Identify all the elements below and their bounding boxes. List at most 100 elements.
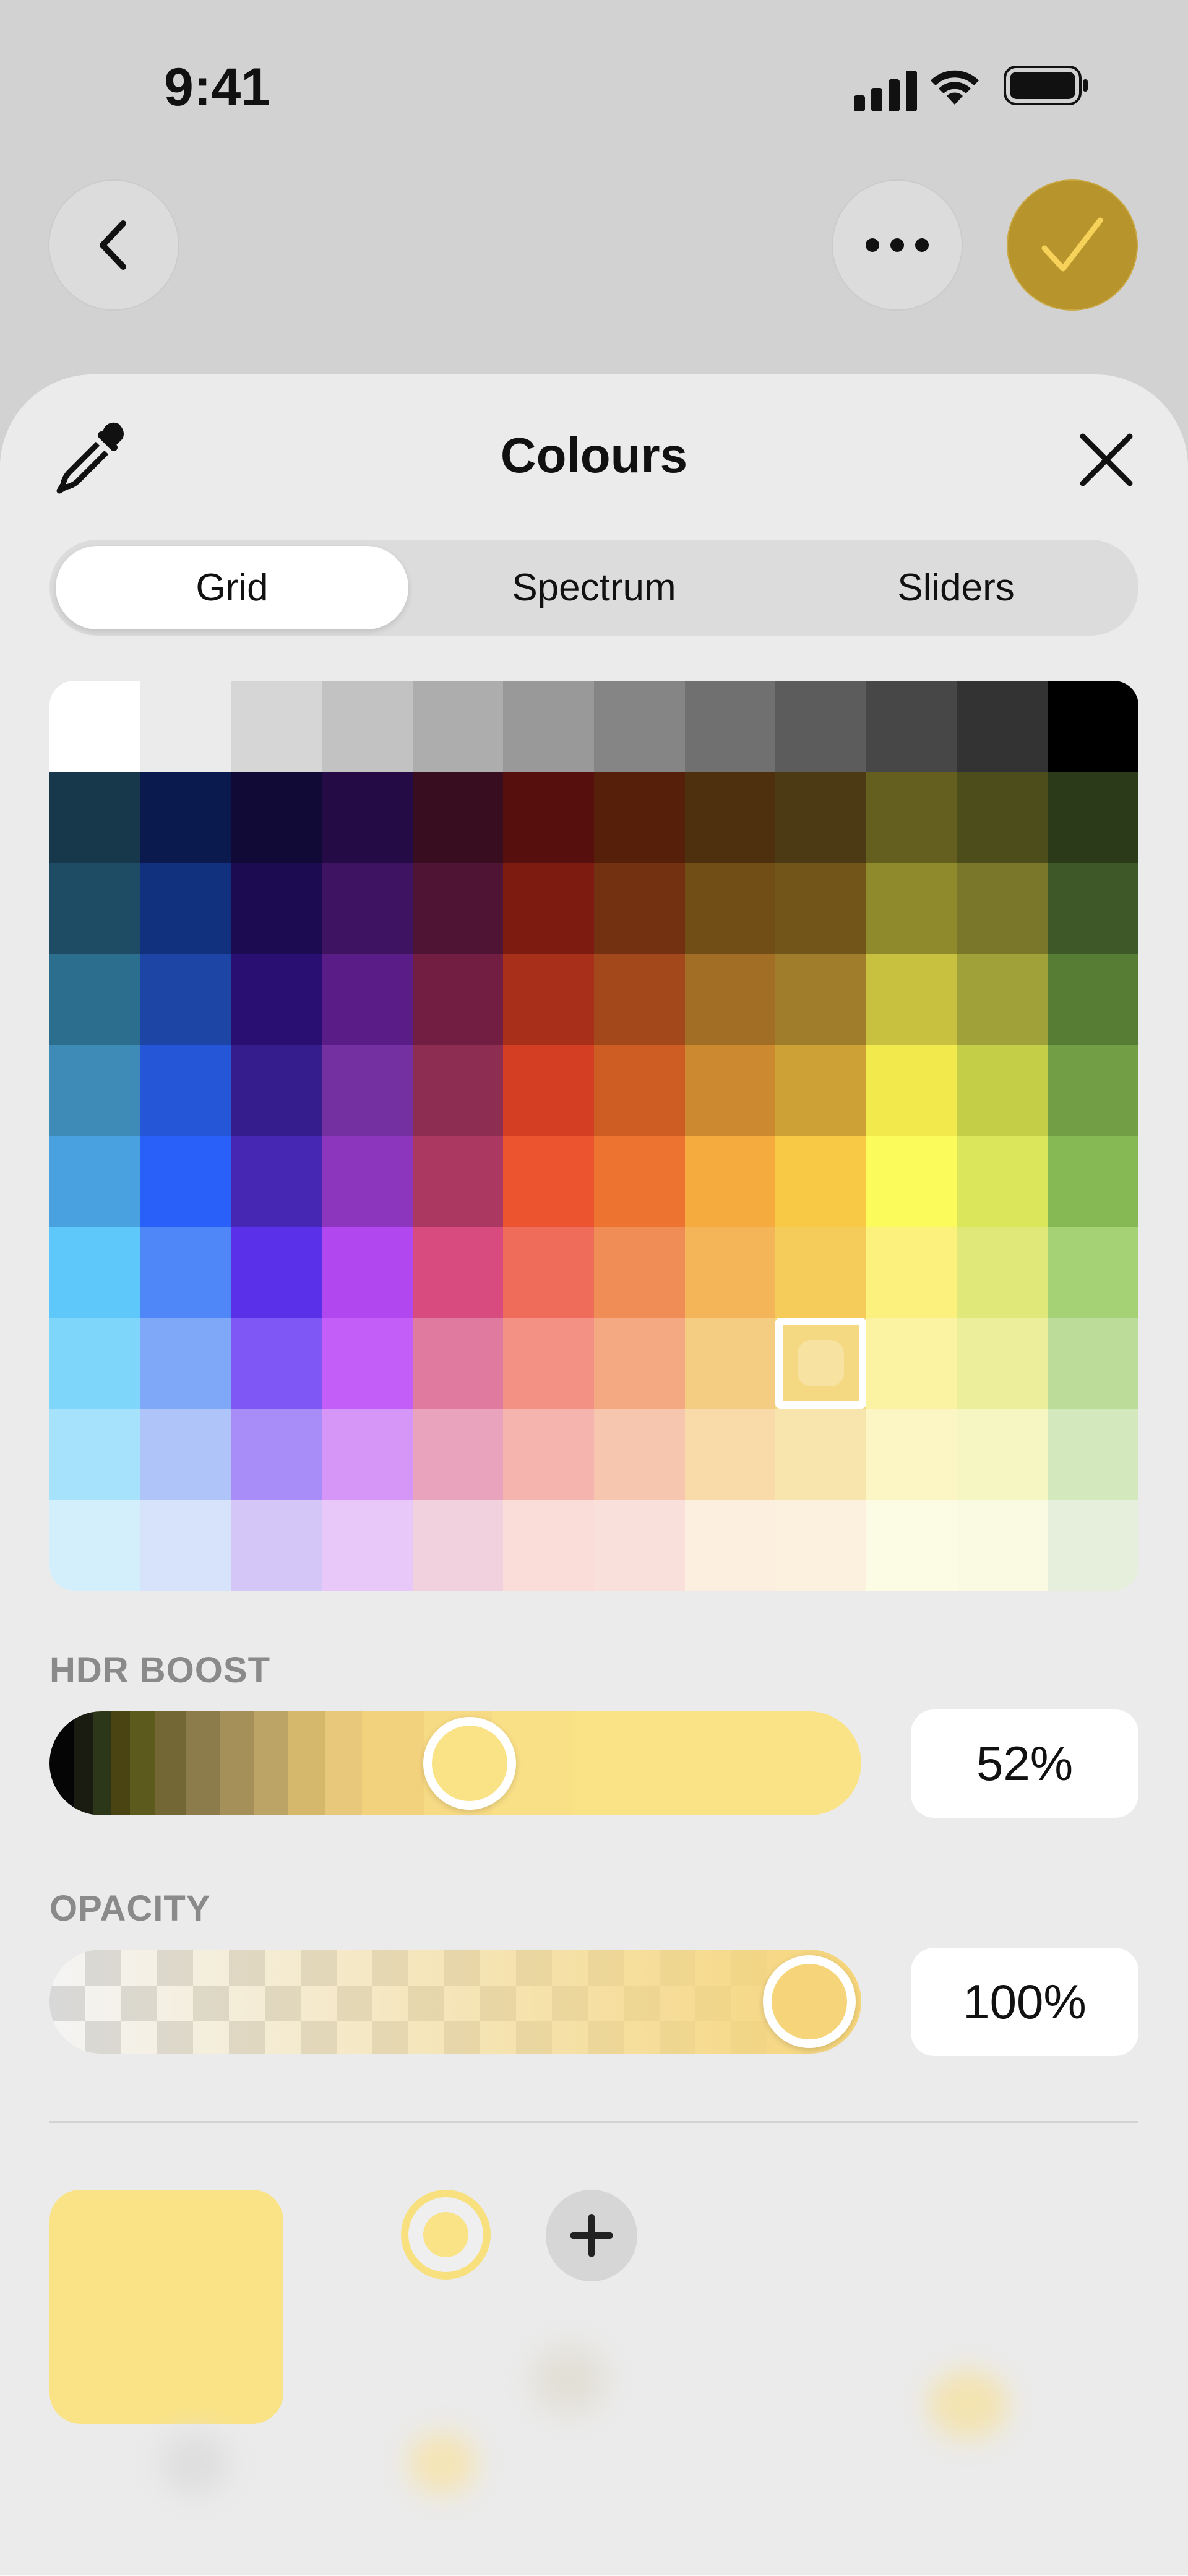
colour-cell[interactable] [412, 772, 504, 863]
colour-cell[interactable] [594, 681, 685, 772]
colour-cell[interactable] [412, 1136, 504, 1227]
colour-cell[interactable] [1048, 1045, 1138, 1136]
colour-cell[interactable] [322, 772, 413, 863]
colour-cell[interactable] [503, 863, 594, 954]
colour-cell[interactable] [503, 954, 594, 1045]
more-button[interactable] [832, 179, 963, 311]
colour-cell[interactable] [412, 1045, 504, 1136]
colour-cell[interactable] [957, 772, 1048, 863]
opacity-slider[interactable] [50, 1950, 861, 2054]
colour-cell[interactable] [1048, 863, 1138, 954]
colour-cell[interactable] [140, 1136, 231, 1227]
colour-cell[interactable] [50, 954, 140, 1045]
colour-cell[interactable] [594, 1045, 685, 1136]
colour-cell[interactable] [866, 1409, 957, 1500]
colour-cell-selected[interactable] [775, 1318, 866, 1409]
colour-cell[interactable] [866, 1227, 957, 1318]
colour-cell[interactable] [50, 772, 140, 863]
colour-cell[interactable] [503, 1500, 594, 1591]
colour-cell[interactable] [322, 1227, 413, 1318]
colour-cell[interactable] [775, 772, 866, 863]
colour-cell[interactable] [231, 1045, 322, 1136]
colour-cell[interactable] [684, 681, 776, 772]
colour-cell[interactable] [231, 681, 322, 772]
colour-cell[interactable] [957, 1318, 1048, 1409]
colour-cell[interactable] [957, 1409, 1048, 1500]
colour-cell[interactable] [957, 863, 1048, 954]
colour-cell[interactable] [140, 863, 231, 954]
colour-cell[interactable] [50, 1318, 140, 1409]
colour-cell[interactable] [866, 1045, 957, 1136]
colour-cell[interactable] [50, 1409, 140, 1500]
colour-cell[interactable] [775, 1409, 866, 1500]
tab-spectrum[interactable]: Spectrum [418, 546, 770, 629]
colour-cell[interactable] [50, 1227, 140, 1318]
colour-cell[interactable] [866, 1318, 957, 1409]
colour-cell[interactable] [594, 772, 685, 863]
colour-cell[interactable] [594, 1500, 685, 1591]
colour-cell[interactable] [50, 1136, 140, 1227]
colour-cell[interactable] [684, 1409, 776, 1500]
colour-cell[interactable] [322, 1045, 413, 1136]
tab-grid[interactable]: Grid [56, 546, 408, 629]
close-icon[interactable] [1075, 429, 1137, 491]
colour-cell[interactable] [140, 1318, 231, 1409]
colour-cell[interactable] [503, 1227, 594, 1318]
colour-cell[interactable] [1048, 1136, 1138, 1227]
colour-cell[interactable] [412, 681, 504, 772]
colour-cell[interactable] [412, 1409, 504, 1500]
colour-cell[interactable] [1048, 772, 1138, 863]
colour-cell[interactable] [503, 681, 594, 772]
colour-cell[interactable] [140, 1500, 231, 1591]
colour-cell[interactable] [866, 772, 957, 863]
colour-cell[interactable] [322, 681, 413, 772]
colour-cell[interactable] [50, 1045, 140, 1136]
colour-cell[interactable] [1048, 954, 1138, 1045]
colour-cell[interactable] [140, 1045, 231, 1136]
colour-cell[interactable] [231, 1136, 322, 1227]
colour-cell[interactable] [50, 681, 140, 772]
colour-cell[interactable] [775, 863, 866, 954]
colour-cell[interactable] [231, 1227, 322, 1318]
colour-cell[interactable] [866, 954, 957, 1045]
colour-cell[interactable] [684, 863, 776, 954]
colour-cell[interactable] [231, 1500, 322, 1591]
colour-cell[interactable] [866, 1136, 957, 1227]
colour-cell[interactable] [503, 1409, 594, 1500]
colour-cell[interactable] [322, 1409, 413, 1500]
colour-cell[interactable] [50, 863, 140, 954]
tab-sliders[interactable]: Sliders [780, 546, 1132, 629]
colour-cell[interactable] [684, 1318, 776, 1409]
hdr-boost-value[interactable]: 52% [911, 1709, 1138, 1818]
colour-cell[interactable] [684, 1136, 776, 1227]
colour-cell[interactable] [866, 681, 957, 772]
colour-cell[interactable] [1048, 1227, 1138, 1318]
colour-cell[interactable] [866, 863, 957, 954]
colour-cell[interactable] [412, 1318, 504, 1409]
colour-cell[interactable] [231, 863, 322, 954]
opacity-value[interactable]: 100% [911, 1948, 1138, 2056]
colour-cell[interactable] [957, 1136, 1048, 1227]
colour-cell[interactable] [322, 863, 413, 954]
colour-cell[interactable] [140, 1409, 231, 1500]
colour-cell[interactable] [775, 681, 866, 772]
colour-cell[interactable] [957, 1227, 1048, 1318]
colour-cell[interactable] [140, 681, 231, 772]
colour-cell[interactable] [231, 1409, 322, 1500]
colour-cell[interactable] [1048, 1500, 1138, 1591]
colour-cell[interactable] [231, 954, 322, 1045]
colour-cell[interactable] [231, 1318, 322, 1409]
colour-cell[interactable] [503, 1318, 594, 1409]
colour-cell[interactable] [322, 1136, 413, 1227]
colour-cell[interactable] [322, 1500, 413, 1591]
opacity-thumb[interactable] [763, 1955, 856, 2048]
colour-cell[interactable] [1048, 1409, 1138, 1500]
colour-cell[interactable] [775, 954, 866, 1045]
colour-cell[interactable] [412, 863, 504, 954]
colour-cell[interactable] [503, 1136, 594, 1227]
colour-cell[interactable] [503, 772, 594, 863]
colour-cell[interactable] [684, 772, 776, 863]
colour-cell[interactable] [684, 1227, 776, 1318]
colour-cell[interactable] [412, 1227, 504, 1318]
colour-cell[interactable] [957, 681, 1048, 772]
